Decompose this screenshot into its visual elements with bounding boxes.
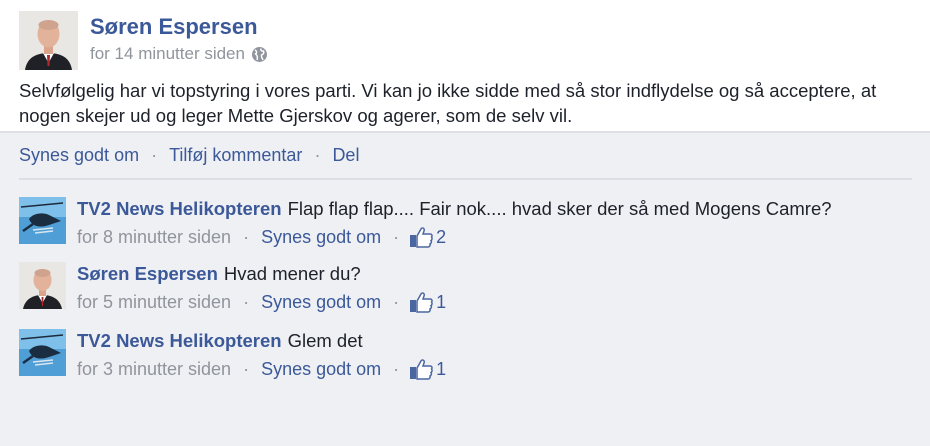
thumbs-up-icon[interactable] (409, 226, 433, 248)
comment-meta: for 8 minutter siden · Synes godt om · 2 (77, 226, 446, 248)
comment-author[interactable]: Søren Espersen (77, 263, 218, 284)
comment-like-link[interactable]: Synes godt om (261, 359, 381, 380)
comment-timestamp[interactable]: for 3 minutter siden (77, 359, 231, 380)
avatar[interactable] (19, 329, 66, 376)
thumbs-up-icon[interactable] (409, 291, 433, 313)
comment-timestamp[interactable]: for 5 minutter siden (77, 292, 231, 313)
comment-like-link[interactable]: Synes godt om (261, 227, 381, 248)
comment-item: TV2 News Helikopteren Glem det for 3 minu… (0, 329, 930, 389)
share-link[interactable]: Del (332, 145, 359, 166)
comment-line: TV2 News Helikopteren Glem det (77, 330, 363, 352)
comment-link[interactable]: Tilføj kommentar (169, 145, 302, 166)
separator: · (151, 145, 158, 165)
separator: · (314, 145, 321, 165)
separator: · (393, 291, 400, 312)
comment-meta: for 5 minutter siden · Synes godt om · 1 (77, 291, 446, 313)
like-count[interactable]: 2 (436, 227, 446, 248)
comment-item: Søren Espersen Hvad mener du? for 5 minut… (0, 262, 930, 322)
person-avatar-icon (19, 11, 78, 70)
globe-icon[interactable] (251, 46, 268, 63)
thumbs-up-icon[interactable] (409, 358, 433, 380)
separator: · (243, 226, 250, 247)
comment-meta: for 3 minutter siden · Synes godt om · 1 (77, 358, 446, 380)
comment-line: Søren Espersen Hvad mener du? (77, 263, 361, 285)
separator: · (393, 226, 400, 247)
person-avatar-icon (19, 262, 66, 309)
divider (0, 131, 930, 133)
like-count[interactable]: 1 (436, 292, 446, 313)
avatar[interactable] (19, 197, 66, 244)
comment-item: TV2 News Helikopteren Flap flap flap.... … (0, 197, 930, 257)
comment-author[interactable]: TV2 News Helikopteren (77, 330, 282, 351)
divider (19, 178, 912, 180)
separator: · (393, 358, 400, 379)
post-card: Søren Espersen for 14 minutter siden Sel… (0, 0, 930, 133)
comment-like-link[interactable]: Synes godt om (261, 292, 381, 313)
post-timestamp[interactable]: for 14 minutter siden (90, 44, 245, 64)
comment-text: Flap flap flap.... Fair nok.... hvad ske… (287, 198, 832, 219)
post-actions: Synes godt om · Tilføj kommentar · Del (19, 145, 359, 166)
post-meta: for 14 minutter siden (90, 44, 268, 64)
comment-line: TV2 News Helikopteren Flap flap flap.... … (77, 198, 832, 220)
post-text: Selvfølgelig har vi topstyring i vores p… (19, 80, 877, 126)
helicopter-avatar-icon (19, 329, 66, 376)
avatar[interactable] (19, 262, 66, 309)
separator: · (243, 358, 250, 379)
separator: · (243, 291, 250, 312)
like-count[interactable]: 1 (436, 359, 446, 380)
avatar[interactable] (19, 11, 78, 70)
comment-timestamp[interactable]: for 8 minutter siden (77, 227, 231, 248)
comment-author[interactable]: TV2 News Helikopteren (77, 198, 282, 219)
comment-text: Hvad mener du? (223, 263, 361, 284)
post-author[interactable]: Søren Espersen (90, 14, 258, 40)
like-link[interactable]: Synes godt om (19, 145, 139, 166)
comment-text: Glem det (287, 330, 363, 351)
helicopter-avatar-icon (19, 197, 66, 244)
